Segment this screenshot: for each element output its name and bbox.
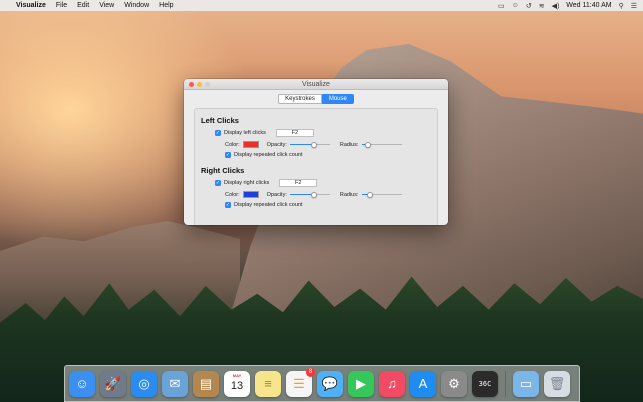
left-radius-label: Radius: xyxy=(339,141,359,148)
menu-view[interactable]: View xyxy=(99,2,114,9)
dock: ☺ 🚀 ◎ ✉ ▤ MAY 13 ≡ ☰ 8 💬 ▶ ♫ A ⚙ 36C ▭ 🗑 xyxy=(64,365,580,402)
dock-separator xyxy=(505,370,506,397)
menu-edit[interactable]: Edit xyxy=(77,2,89,9)
slider-knob[interactable] xyxy=(310,141,317,148)
safari-icon[interactable]: ◎ xyxy=(131,370,157,397)
right-shortcut-field[interactable]: F2 xyxy=(279,179,318,187)
slider-knob[interactable] xyxy=(310,191,317,198)
reminders-icon[interactable]: ☰ 8 xyxy=(286,367,315,397)
clock[interactable]: Wed 11:40 AM xyxy=(566,2,611,9)
left-clicks-heading: Left Clicks xyxy=(201,116,239,125)
right-repeat-checkbox[interactable]: ✓ xyxy=(225,202,231,208)
user-icon[interactable]: ☺ xyxy=(512,2,519,9)
wifi-icon[interactable]: ≋ xyxy=(539,2,545,10)
calendar-month: MAY xyxy=(232,372,242,378)
slider-knob[interactable] xyxy=(366,191,373,198)
title-bar[interactable]: Visualize xyxy=(184,79,448,90)
terminal-icon[interactable]: 36C xyxy=(472,370,498,397)
right-display-label: Display right clicks xyxy=(224,180,270,186)
app-store-icon[interactable]: A xyxy=(410,370,436,397)
left-display-label: Display left clicks xyxy=(224,130,266,136)
finder-icon[interactable]: ☺ xyxy=(69,370,95,397)
menu-window[interactable]: Window xyxy=(124,2,149,9)
left-opacity-label: Opacity: xyxy=(266,141,287,148)
launchpad-icon[interactable]: 🚀 xyxy=(100,370,126,397)
right-color-well[interactable] xyxy=(242,191,259,198)
right-display-checkbox[interactable]: ✓ xyxy=(215,180,221,186)
notification-center-icon[interactable]: ☰ xyxy=(631,2,637,10)
visualize-window: Visualize Keystrokes Mouse Left Clicks ✓… xyxy=(184,79,448,225)
terminal-label: 36C xyxy=(478,379,492,388)
menu-bar: Visualize File Edit View Window Help ▭ ☺… xyxy=(0,0,643,11)
slider-knob[interactable] xyxy=(364,141,371,148)
messages-icon[interactable]: 💬 xyxy=(317,370,343,397)
status-area: ▭ ☺ ↺ ≋ ◀) Wed 11:40 AM ⚲ ☰ xyxy=(498,2,637,10)
right-opacity-slider[interactable] xyxy=(289,191,330,198)
app-menu[interactable]: Visualize xyxy=(16,2,46,9)
tab-bar: Keystrokes Mouse xyxy=(184,94,448,104)
time-machine-icon[interactable]: ↺ xyxy=(526,2,532,10)
reminders-badge: 8 xyxy=(306,367,315,377)
left-color-label: Color: xyxy=(225,141,240,148)
mouse-settings-panel: Left Clicks ✓ Display left clicks F2 Col… xyxy=(194,108,438,225)
right-radius-label: Radius: xyxy=(339,191,359,198)
notes-icon[interactable]: ≡ xyxy=(255,370,281,397)
display-icon[interactable]: ▭ xyxy=(498,2,505,10)
calendar-icon[interactable]: MAY 13 xyxy=(224,370,250,397)
left-radius-slider[interactable] xyxy=(361,141,402,148)
tab-keystrokes[interactable]: Keystrokes xyxy=(278,94,322,104)
window-title: Visualize xyxy=(302,80,330,88)
left-opacity-slider[interactable] xyxy=(289,141,330,148)
facetime-icon[interactable]: ▶ xyxy=(348,370,374,397)
calendar-day: 13 xyxy=(230,379,244,392)
right-color-label: Color: xyxy=(225,191,240,198)
left-repeat-checkbox[interactable]: ✓ xyxy=(225,152,231,158)
right-style-row: Color: Opacity: Radius: xyxy=(201,191,431,198)
itunes-icon[interactable]: ♫ xyxy=(379,370,405,397)
left-shortcut-field[interactable]: F2 xyxy=(275,129,314,137)
menu-help[interactable]: Help xyxy=(159,2,173,9)
trash-icon[interactable]: 🗑 xyxy=(544,370,570,397)
left-style-row: Color: Opacity: Radius: xyxy=(201,141,431,148)
right-opacity-label: Opacity: xyxy=(266,191,287,198)
right-clicks-heading: Right Clicks xyxy=(201,166,245,175)
contacts-icon[interactable]: ▤ xyxy=(193,370,219,397)
menu-file[interactable]: File xyxy=(56,2,67,9)
left-repeat-label: Display repeated click count xyxy=(234,152,303,158)
right-radius-slider[interactable] xyxy=(361,191,402,198)
left-color-well[interactable] xyxy=(242,141,259,148)
right-display-row: ✓ Display right clicks F2 xyxy=(201,179,431,187)
mail-icon[interactable]: ✉ xyxy=(162,370,188,397)
downloads-folder-icon[interactable]: ▭ xyxy=(513,370,539,397)
left-repeat-row: ✓ Display repeated click count xyxy=(201,152,431,158)
system-preferences-icon[interactable]: ⚙ xyxy=(441,370,467,397)
left-display-checkbox[interactable]: ✓ xyxy=(215,130,221,136)
spotlight-icon[interactable]: ⚲ xyxy=(619,2,624,10)
left-display-row: ✓ Display left clicks F2 xyxy=(201,129,431,137)
right-repeat-label: Display repeated click count xyxy=(234,202,303,208)
volume-icon[interactable]: ◀) xyxy=(552,2,560,10)
right-repeat-row: ✓ Display repeated click count xyxy=(201,202,431,208)
tab-mouse[interactable]: Mouse xyxy=(321,94,354,104)
